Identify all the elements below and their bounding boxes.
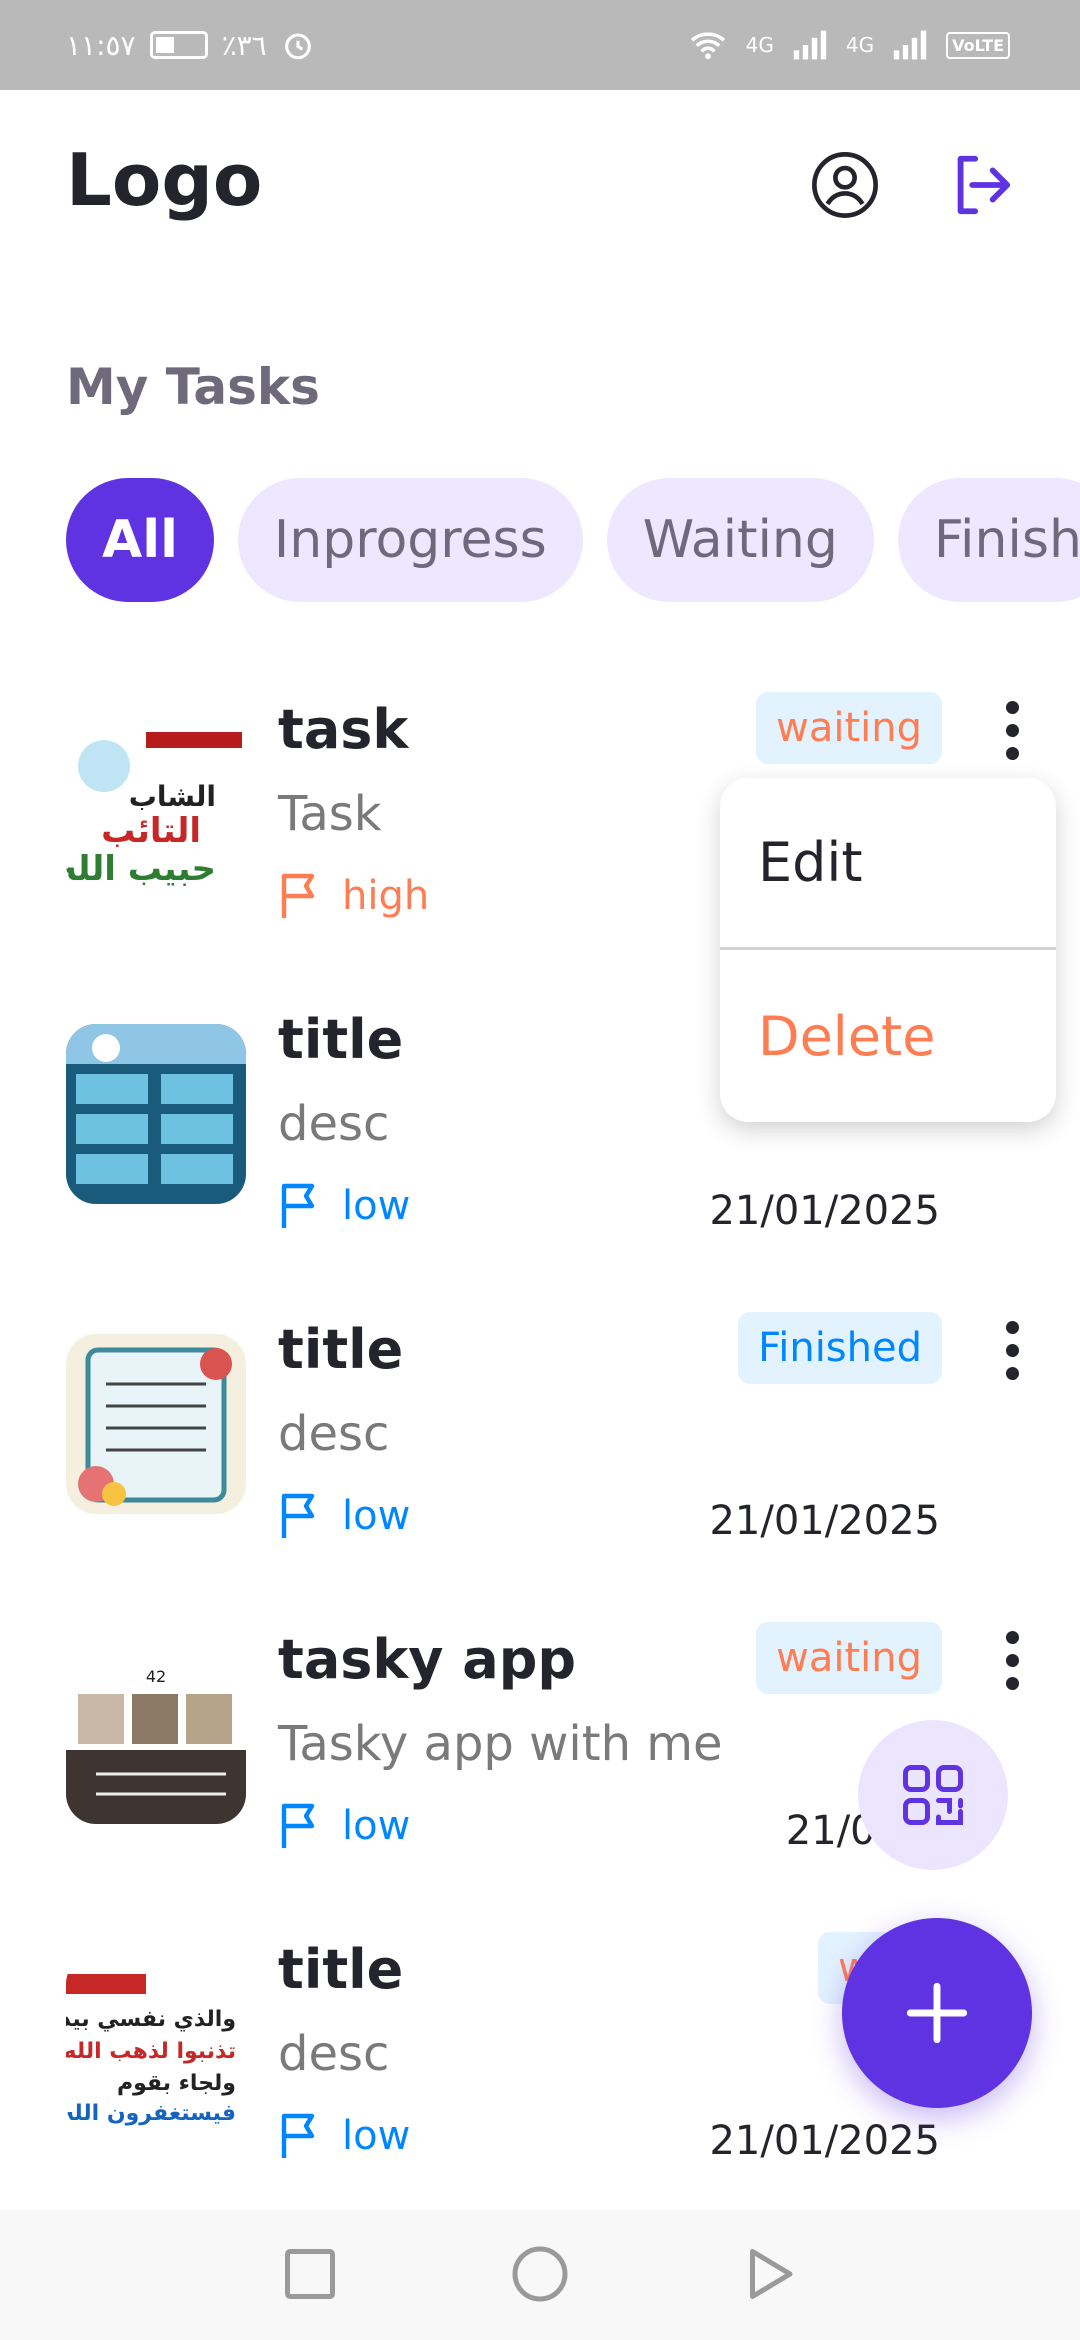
dot [1005, 723, 1019, 737]
priority-label: high [342, 873, 430, 919]
dot [1005, 700, 1019, 714]
plus-icon [906, 1982, 968, 2044]
svg-text:والذي نفسي بيده: والذي نفسي بيده [66, 2007, 236, 2032]
flag-icon [281, 2113, 315, 2158]
network-label-2: 4G [845, 33, 875, 57]
home-button[interactable] [510, 2244, 570, 2304]
priority-label: low [342, 1803, 411, 1849]
task-priority: low [278, 1488, 410, 1544]
task-item[interactable]: title desc low 21/01/2025 Finished [0, 1310, 1080, 1610]
menu-delete[interactable]: Delete [720, 950, 1056, 1122]
flag-icon [281, 1183, 315, 1228]
dot [1005, 1366, 1019, 1380]
priority-label: low [342, 2113, 411, 2159]
tab-all[interactable]: All [66, 478, 214, 602]
svg-text:ولجاء بقوم: ولجاء بقوم [117, 2071, 236, 2096]
triangle-icon [750, 2249, 793, 2299]
qr-scan-button[interactable] [858, 1720, 1008, 1870]
status-left: ١١:٥٧ ٪٣٦ [66, 24, 315, 66]
flag-icon [281, 1803, 315, 1848]
more-options-button[interactable] [982, 1620, 1042, 1700]
task-priority: low [278, 2108, 410, 2164]
signal-icon [793, 30, 827, 60]
task-date: 21/01/2025 [709, 2118, 940, 2164]
task-title: tasky app [278, 1628, 577, 1691]
flag-icon [281, 873, 315, 918]
task-desc: desc [278, 2026, 390, 2082]
svg-text:الشاب: الشاب [129, 780, 216, 813]
tab-waiting[interactable]: Waiting [606, 478, 874, 602]
priority-label: low [342, 1493, 411, 1539]
status-badge: waiting [756, 1622, 942, 1694]
dot [1005, 1343, 1019, 1357]
task-title: title [278, 1008, 404, 1071]
svg-text:42: 42 [146, 1667, 166, 1686]
system-nav-bar [0, 2210, 1080, 2340]
dot [1005, 1630, 1019, 1644]
circle-icon [512, 2246, 568, 2302]
add-task-button[interactable] [842, 1918, 1032, 2108]
logout-icon [957, 155, 1011, 215]
flag-icon [281, 1493, 315, 1538]
filter-tabs: All Inprogress Waiting Finish [66, 478, 1080, 602]
task-desc: desc [278, 1406, 390, 1462]
task-priority: low [278, 1798, 410, 1854]
task-priority: low [278, 1178, 410, 1234]
task-date: 21/01/2025 [709, 1498, 940, 1544]
task-date: 21/01/2025 [709, 1188, 940, 1234]
status-time: ١١:٥٧ [66, 28, 136, 62]
battery-icon [149, 31, 208, 59]
dot [1005, 1676, 1019, 1690]
profile-button[interactable] [810, 150, 880, 220]
status-right: 4G 4G VoLTE [688, 24, 1010, 66]
task-thumbnail [66, 1334, 246, 1514]
signal-icon-2 [893, 30, 927, 60]
dot [1005, 1320, 1019, 1334]
task-thumbnail: الشاب التائب حبيب الله [66, 714, 246, 894]
task-desc: desc [278, 1096, 390, 1152]
task-thumbnail: 42 [66, 1644, 246, 1824]
task-options-menu: Edit Delete [720, 778, 1056, 1122]
task-thumbnail: والذي نفسي بيده تذنبوا لذهب الله ولجاء ب… [66, 1954, 246, 2134]
status-battery: ٪٣٦ [221, 28, 267, 62]
square-icon [285, 2249, 335, 2299]
task-title: title [278, 1318, 404, 1381]
section-title: My Tasks [66, 358, 320, 416]
menu-edit[interactable]: Edit [720, 778, 1056, 950]
status-badge: Finished [738, 1312, 942, 1384]
task-thumbnail [66, 1024, 246, 1204]
network-label-1: 4G [745, 33, 774, 57]
task-title: title [278, 1938, 404, 2001]
profile-icon [812, 152, 878, 218]
back-button[interactable] [740, 2244, 800, 2304]
task-title: task [278, 698, 409, 761]
logout-button[interactable] [946, 150, 1016, 220]
qr-code-icon [903, 1765, 963, 1825]
dot [1005, 746, 1019, 760]
svg-text:تذنبوا لذهب الله: تذنبوا لذهب الله [66, 2039, 236, 2064]
more-options-button[interactable] [982, 1310, 1042, 1390]
more-options-button[interactable] [982, 690, 1042, 770]
app-logo: Logo [66, 138, 263, 222]
task-priority: high [278, 868, 429, 924]
volte-badge: VoLTE [946, 31, 1010, 59]
recents-button[interactable] [280, 2244, 340, 2304]
task-desc: Tasky app with me [278, 1716, 723, 1772]
svg-text:التائب: التائب [101, 811, 201, 851]
tab-finish[interactable]: Finish [897, 478, 1080, 602]
priority-label: low [342, 1183, 411, 1229]
svg-text:حبيب الله: حبيب الله [66, 849, 216, 889]
alarm-icon [284, 33, 311, 60]
status-bar: ١١:٥٧ ٪٣٦ 4G 4G VoLTE [0, 0, 1080, 90]
dot [1005, 1653, 1019, 1667]
task-desc: Task [278, 786, 382, 842]
svg-text:فيستغفرون الله: فيستغفرون الله [66, 2101, 236, 2126]
wifi-icon [690, 32, 725, 60]
status-badge: waiting [756, 692, 942, 764]
tab-inprogress[interactable]: Inprogress [237, 478, 583, 602]
